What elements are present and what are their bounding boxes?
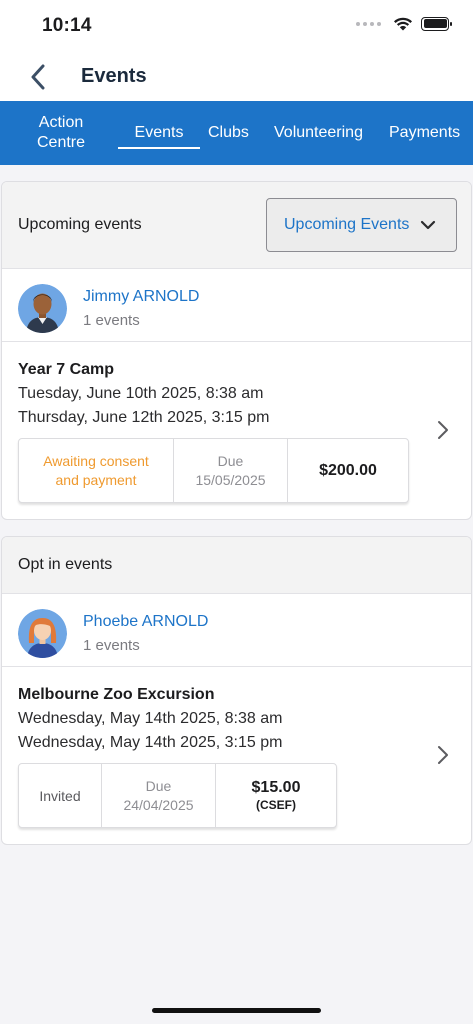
tab-bar: Action Centre Events Clubs Volunteering … [0,101,473,165]
event-title: Year 7 Camp [18,361,115,378]
amount: $200.00 [319,462,377,479]
tab-action-centre[interactable]: Action Centre [36,113,86,153]
tab-label-line1: Action [38,114,84,131]
tab-label: Events [134,124,184,141]
tab-clubs[interactable]: Clubs [208,123,249,143]
due-cell: Due 15/05/2025 [174,439,288,502]
due-label: Due [217,452,244,469]
due-date: 24/04/2025 [123,796,194,813]
tab-volunteering[interactable]: Volunteering [274,123,363,143]
card-header-title: Opt in events [18,556,113,573]
chevron-down-icon [420,220,436,230]
event-count: 1 events [83,312,140,329]
chevron-right-icon [438,746,448,764]
tab-label: Volunteering [274,124,363,141]
card-header-title: Upcoming events [18,216,142,233]
optin-events-card: Opt in events Phoebe ARNOLD 1 events Mel… [1,536,472,845]
event-info-box: Awaiting consent and payment Due 15/05/2… [18,438,409,503]
page-title: Events [81,65,147,87]
event-start: Wednesday, May 14th 2025, 8:38 am [18,710,283,727]
signal-dots-icon [356,21,381,26]
amount: $15.00 [251,778,301,796]
status-icons [356,16,452,31]
amount-note: (CSEF) [256,797,296,812]
status-bar: 10:14 [0,0,473,52]
event-info-box: Invited Due 24/04/2025 $15.00 (CSEF) [18,763,337,828]
nav-bar: Events [0,52,473,101]
due-cell: Due 24/04/2025 [102,764,216,827]
status-time: 10:14 [42,15,92,36]
upcoming-events-card: Upcoming events Upcoming Events Jimmy AR… [1,181,472,520]
event-count: 1 events [83,637,140,654]
status-cell: Awaiting consent and payment [19,439,174,502]
due-label: Due [145,777,172,794]
event-end: Wednesday, May 14th 2025, 3:15 pm [18,734,283,751]
amount-cell: $200.00 [288,439,408,502]
event-end: Thursday, June 12th 2025, 3:15 pm [18,409,270,426]
event-filter-dropdown[interactable]: Upcoming Events [266,198,457,252]
card-header: Opt in events [2,537,471,594]
tab-payments[interactable]: Payments [389,123,460,143]
home-indicator[interactable] [152,1008,321,1013]
status-text: Invited [39,787,81,804]
active-tab-indicator [118,147,200,149]
due-date: 15/05/2025 [195,471,266,488]
wifi-icon [394,17,412,31]
tab-label-line2: Centre [36,134,86,151]
tab-events[interactable]: Events [118,123,200,143]
student-row[interactable]: Phoebe ARNOLD 1 events [2,594,471,667]
status-text: Awaiting consent [43,452,149,469]
amount-cell: $15.00 (CSEF) [216,764,336,827]
student-name[interactable]: Phoebe ARNOLD [83,613,208,631]
tab-label: Clubs [208,124,249,141]
status-text: and payment [55,471,137,488]
event-item[interactable]: Melbourne Zoo Excursion Wednesday, May 1… [2,667,471,844]
event-start: Tuesday, June 10th 2025, 8:38 am [18,385,264,402]
back-button[interactable] [30,64,52,90]
battery-icon [421,16,452,31]
chevron-right-icon [438,421,448,439]
dropdown-selected-value: Upcoming Events [284,216,410,233]
student-name[interactable]: Jimmy ARNOLD [83,288,199,306]
student-row[interactable]: Jimmy ARNOLD 1 events [2,269,471,342]
event-item[interactable]: Year 7 Camp Tuesday, June 10th 2025, 8:3… [2,342,471,519]
card-header: Upcoming events Upcoming Events [2,182,471,269]
event-title: Melbourne Zoo Excursion [18,686,215,703]
avatar [18,609,67,658]
tab-label: Payments [389,124,461,141]
back-chevron-icon [31,64,45,90]
avatar [18,284,67,333]
status-cell: Invited [19,764,102,827]
